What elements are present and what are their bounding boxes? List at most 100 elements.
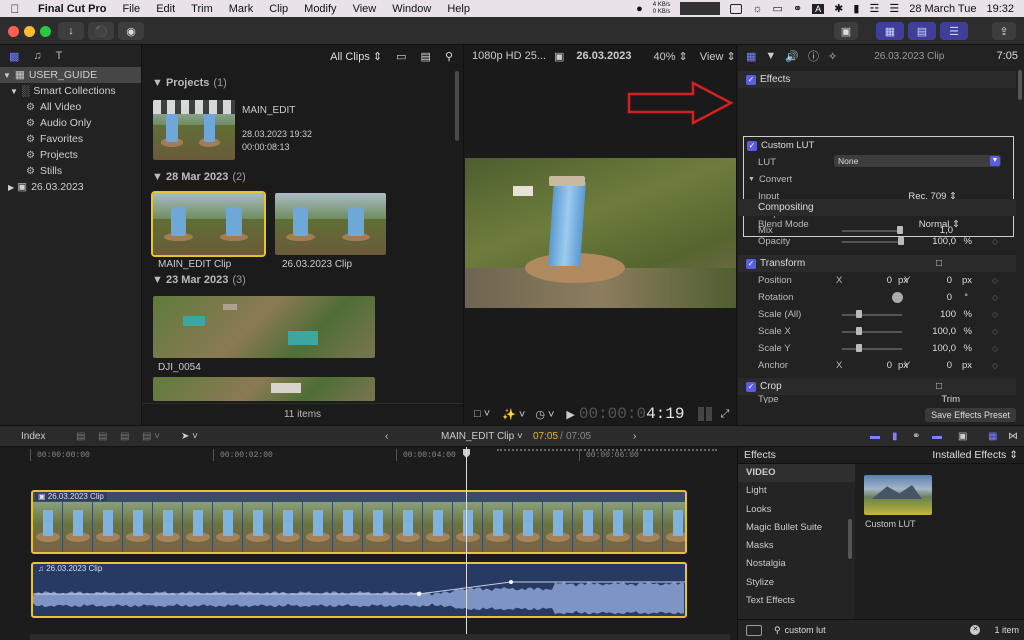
effects-category-magic-bullet[interactable]: Magic Bullet Suite <box>738 519 855 537</box>
section-23-mar[interactable]: ▼ 23 Mar 2023 (3) <box>152 274 246 286</box>
zoom-window-button[interactable] <box>40 26 51 37</box>
play-button[interactable]: ▶ <box>566 408 574 421</box>
blend-mode-dropdown[interactable]: Normal ⇕ <box>919 219 960 230</box>
transitions-browser-toggle-icon[interactable]: ⋈ <box>1008 431 1018 442</box>
clip-appearance-icon[interactable]: ▭ <box>396 50 406 63</box>
effects-category-nostalgia[interactable]: Nostalgia <box>738 555 855 573</box>
effects-checkbox[interactable]: ✓ <box>746 74 756 85</box>
menu-view[interactable]: View <box>345 3 385 15</box>
scale-x-slider[interactable] <box>842 331 902 333</box>
next-icon[interactable]: › <box>633 431 636 442</box>
menu-help[interactable]: Help <box>439 3 478 15</box>
scale-x-value[interactable]: 100,0 <box>932 326 956 337</box>
menu-trim[interactable]: Trim <box>183 3 221 15</box>
viewer-format[interactable]: 1080p HD 25... <box>472 50 546 62</box>
battery-icon[interactable]: ▮ <box>853 2 859 15</box>
creative-cloud-icon[interactable]: ● <box>636 3 643 15</box>
clip-thumbnail-dji[interactable] <box>153 296 375 358</box>
keywords-button[interactable]: ⚫ <box>88 22 114 40</box>
keyframe-icon[interactable]: ◇ <box>992 344 998 353</box>
select-tool-icon[interactable]: ➤ ˅ <box>181 431 198 442</box>
overwrite-clip-icon[interactable]: ▤ ˅ <box>142 431 160 442</box>
smart-collections-folder[interactable]: ▼ ░ Smart Collections <box>0 83 141 99</box>
timeline-project-name[interactable]: MAIN_EDIT Clip ˅ <box>441 431 523 442</box>
playhead[interactable] <box>466 447 467 640</box>
clip-thumbnail-partial[interactable] <box>153 377 375 401</box>
workspace-button[interactable]: ▣ <box>834 22 858 40</box>
headphones-icon[interactable]: ⚭ <box>793 2 802 15</box>
apple-menu-icon[interactable]:  <box>0 2 30 16</box>
show-inspector-button[interactable]: ☰ <box>940 22 968 40</box>
speed-icon[interactable]: ◷ ˅ <box>535 408 554 421</box>
sidebar-item-favorites[interactable]: ⚙ Favorites <box>0 131 141 147</box>
color-inspector-icon[interactable]: ▼ <box>765 50 776 62</box>
opacity-slider-knob[interactable] <box>898 237 904 245</box>
project-thumbnail[interactable] <box>153 100 235 160</box>
menu-file[interactable]: File <box>114 3 148 15</box>
clip-appearance-icon[interactable]: ▣ <box>958 431 967 442</box>
libraries-tab-icon[interactable]: ▩ <box>9 50 19 63</box>
clip-thumbnail-26-03[interactable] <box>275 193 386 255</box>
convert-row[interactable]: ▼ Convert <box>744 171 1013 188</box>
scale-y-value[interactable]: 100,0 <box>932 343 956 354</box>
custom-lut-header[interactable]: ✓ Custom LUT <box>744 137 1013 154</box>
transform-icon[interactable]: □ ˅ <box>474 408 490 420</box>
menu-edit[interactable]: Edit <box>148 3 183 15</box>
video-audio-mode-icon[interactable]: ▬ <box>870 431 880 442</box>
keyframe-icon[interactable]: ◇ <box>992 327 998 336</box>
menu-clip[interactable]: Clip <box>261 3 296 15</box>
opacity-slider[interactable] <box>842 241 902 243</box>
keyframe-icon[interactable]: ◇ <box>992 276 998 285</box>
solo-icon[interactable]: ▬ <box>932 431 942 442</box>
keyframe-icon[interactable]: ◇ <box>992 293 998 302</box>
sidebar-item-stills[interactable]: ⚙ Stills <box>0 163 141 179</box>
scale-x-slider-knob[interactable] <box>856 327 862 335</box>
effects-category-video[interactable]: VIDEO <box>738 464 855 483</box>
compositing-section[interactable]: Compositing <box>738 199 1016 216</box>
view-dropdown[interactable]: View ⇕ <box>700 50 736 63</box>
timeline-scrollbar[interactable] <box>30 634 730 640</box>
effects-search-input[interactable]: custom lut <box>785 625 971 635</box>
inspector-scrollbar[interactable] <box>1018 70 1022 100</box>
zoom-dropdown[interactable]: 40% ⇕ <box>653 50 687 63</box>
sidebar-item-audio-only[interactable]: ⚙ Audio Only <box>0 115 141 131</box>
info-inspector-icon[interactable]: ⓘ <box>808 48 819 64</box>
opacity-value[interactable]: 100,0 <box>932 236 956 247</box>
sidebar-item-all-video[interactable]: ⚙ All Video <box>0 99 141 115</box>
insert-clip-icon[interactable]: ▤ <box>98 431 107 442</box>
custom-lut-checkbox[interactable]: ✓ <box>747 140 757 151</box>
previous-icon[interactable]: ‹ <box>385 431 388 442</box>
search-icon[interactable]: ⚲ <box>445 50 453 63</box>
close-window-button[interactable] <box>8 26 19 37</box>
menu-modify[interactable]: Modify <box>296 3 344 15</box>
fullscreen-icon[interactable]: ⤢ <box>720 408 729 421</box>
video-inspector-icon[interactable]: ▦ <box>746 50 756 63</box>
save-effects-preset-button[interactable]: Save Effects Preset <box>925 408 1016 422</box>
effects-category-masks[interactable]: Masks <box>738 537 855 555</box>
disclosure-closed-icon[interactable]: ▶ <box>8 183 14 192</box>
enhance-icon[interactable]: ✨ ˅ <box>502 408 525 421</box>
disclosure-open-icon[interactable]: ▼ <box>748 176 755 183</box>
photos-audio-tab-icon[interactable]: ♫ <box>33 50 41 62</box>
keyframe-icon[interactable]: ◇ <box>992 361 998 370</box>
categories-scrollbar[interactable] <box>848 519 852 559</box>
menu-date[interactable]: 28 March Tue <box>909 3 976 15</box>
viewer-format-icon[interactable]: ▣ <box>554 50 564 63</box>
background-tasks-button[interactable]: ◉ <box>118 22 144 40</box>
anchor-y-value[interactable]: 0 <box>947 360 952 371</box>
keyframe-icon[interactable]: ◇ <box>992 310 998 319</box>
clip-filter-dropdown[interactable]: All Clips ⇕ <box>330 50 382 63</box>
viewer-video-frame[interactable] <box>465 158 736 308</box>
sidebar-item-event[interactable]: ▶ ▣ 26.03.2023 <box>0 179 141 195</box>
import-button[interactable]: ↓ <box>58 22 84 40</box>
sidebar-item-projects[interactable]: ⚙ Projects <box>0 147 141 163</box>
skimming-icon[interactable]: ▮ <box>892 431 898 442</box>
effects-category-light[interactable]: Light <box>738 482 855 500</box>
effects-browser-toggle-icon[interactable]: ▦ <box>988 431 997 442</box>
crop-section[interactable]: ✓ Crop □ <box>738 378 1016 395</box>
crop-type-value[interactable]: Trim <box>941 395 960 403</box>
scale-all-value[interactable]: 100 <box>940 309 956 320</box>
rotation-value[interactable]: 0 <box>947 292 952 303</box>
effects-section[interactable]: ✓ Effects <box>738 71 1016 88</box>
input-source-icon[interactable]: A <box>812 3 825 14</box>
